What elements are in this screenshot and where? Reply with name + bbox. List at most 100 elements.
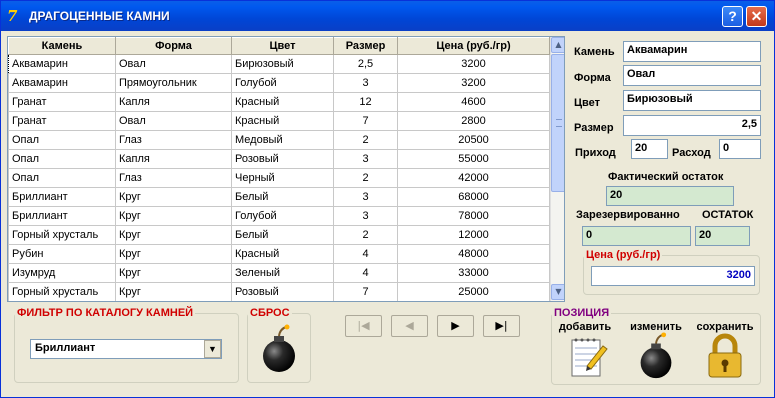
cell-price[interactable]: 3200 <box>397 54 550 74</box>
cell-price[interactable]: 42000 <box>397 168 550 188</box>
cell-color[interactable]: Белый <box>231 187 334 207</box>
cell-shape[interactable]: Глаз <box>115 168 232 188</box>
cell-price[interactable]: 12000 <box>397 225 550 245</box>
save-button[interactable] <box>701 332 749 382</box>
table-row[interactable]: Бриллиант Круг Голубой 3 78000 <box>8 206 550 226</box>
cell-stone[interactable]: Горный хрусталь <box>8 225 116 245</box>
table-row[interactable]: Горный хрусталь Круг Белый 2 12000 <box>8 225 550 245</box>
cell-size[interactable]: 3 <box>333 206 398 226</box>
cell-stone[interactable]: Горный хрусталь <box>8 282 116 301</box>
cell-color[interactable]: Красный <box>231 244 334 264</box>
table-row[interactable]: Опал Капля Розовый 3 55000 <box>8 149 550 169</box>
table-row[interactable]: Бриллиант Круг Белый 3 68000 <box>8 187 550 207</box>
cell-price[interactable]: 3200 <box>397 73 550 93</box>
scroll-up-button[interactable]: ▲ <box>551 37 564 53</box>
cell-size[interactable]: 2 <box>333 130 398 150</box>
cell-size[interactable]: 7 <box>333 111 398 131</box>
cell-stone[interactable]: Рубин <box>8 244 116 264</box>
cell-shape[interactable]: Круг <box>115 244 232 264</box>
cell-shape[interactable]: Овал <box>115 54 232 74</box>
nav-first-button[interactable]: |◀ <box>345 315 382 337</box>
cell-color[interactable]: Розовый <box>231 149 334 169</box>
income-field[interactable]: 20 <box>631 139 668 159</box>
cell-stone[interactable]: Бриллиант <box>8 187 116 207</box>
cell-color[interactable]: Медовый <box>231 130 334 150</box>
nav-prior-button[interactable]: ◀ <box>391 315 428 337</box>
size-field[interactable]: 2,5 <box>623 115 761 136</box>
cell-color[interactable]: Белый <box>231 225 334 245</box>
cell-color[interactable]: Розовый <box>231 282 334 301</box>
expense-field[interactable]: 0 <box>719 139 761 159</box>
table-row[interactable]: Опал Глаз Черный 2 42000 <box>8 168 550 188</box>
cell-stone[interactable]: Опал <box>8 149 116 169</box>
cell-shape[interactable]: Круг <box>115 225 232 245</box>
cell-price[interactable]: 2800 <box>397 111 550 131</box>
cell-shape[interactable]: Капля <box>115 149 232 169</box>
price-field[interactable]: 3200 <box>591 266 755 286</box>
cell-stone[interactable]: Опал <box>8 130 116 150</box>
cell-size[interactable]: 12 <box>333 92 398 112</box>
cell-price[interactable]: 25000 <box>397 282 550 301</box>
cell-color[interactable]: Голубой <box>231 206 334 226</box>
column-header-price[interactable]: Цена (руб./гр) <box>397 37 550 55</box>
cell-size[interactable]: 3 <box>333 187 398 207</box>
cell-size[interactable]: 2 <box>333 225 398 245</box>
cell-price[interactable]: 68000 <box>397 187 550 207</box>
cell-size[interactable]: 2,5 <box>333 54 398 74</box>
cell-shape[interactable]: Круг <box>115 187 232 207</box>
edit-button[interactable] <box>631 331 681 381</box>
cell-stone[interactable]: Гранат <box>8 92 116 112</box>
cell-color[interactable]: Красный <box>231 111 334 131</box>
cell-color[interactable]: Зеленый <box>231 263 334 283</box>
filter-select[interactable]: Бриллиант ▼ <box>30 339 222 359</box>
title-bar[interactable]: 7 ДРАГОЦЕННЫЕ КАМНИ ? ✕ <box>1 1 774 31</box>
add-button[interactable] <box>563 334 611 381</box>
column-header-size[interactable]: Размер <box>333 37 398 55</box>
help-button[interactable]: ? <box>722 6 743 27</box>
table-row[interactable]: Гранат Капля Красный 12 4600 <box>8 92 550 112</box>
cell-size[interactable]: 7 <box>333 282 398 301</box>
table-row[interactable]: Аквамарин Прямоугольник Голубой 3 3200 <box>8 73 550 93</box>
cell-color[interactable]: Красный <box>231 92 334 112</box>
cell-stone[interactable]: Гранат <box>8 111 116 131</box>
cell-stone[interactable]: Бриллиант <box>8 206 116 226</box>
cell-price[interactable]: 20500 <box>397 130 550 150</box>
stones-grid[interactable]: Камень Форма Цвет Размер Цена (руб./гр) … <box>7 36 565 302</box>
cell-color[interactable]: Черный <box>231 168 334 188</box>
nav-next-button[interactable]: ▶ <box>437 315 474 337</box>
stone-field[interactable]: Аквамарин <box>623 41 761 62</box>
cell-shape[interactable]: Круг <box>115 263 232 283</box>
cell-stone[interactable]: Опал <box>8 168 116 188</box>
cell-size[interactable]: 4 <box>333 263 398 283</box>
cell-stone[interactable]: Аквамарин <box>8 54 116 74</box>
table-row[interactable]: Опал Глаз Медовый 2 20500 <box>8 130 550 150</box>
chevron-down-icon[interactable]: ▼ <box>204 340 221 358</box>
table-row[interactable]: Рубин Круг Красный 4 48000 <box>8 244 550 264</box>
cell-price[interactable]: 33000 <box>397 263 550 283</box>
column-header-shape[interactable]: Форма <box>115 37 232 55</box>
color-field[interactable]: Бирюзовый <box>623 90 761 111</box>
table-row[interactable]: Изумруд Круг Зеленый 4 33000 <box>8 263 550 283</box>
cell-shape[interactable]: Глаз <box>115 130 232 150</box>
cell-size[interactable]: 3 <box>333 149 398 169</box>
shape-field[interactable]: Овал <box>623 65 761 86</box>
table-row[interactable]: Горный хрусталь Круг Розовый 7 25000 <box>8 282 550 301</box>
cell-price[interactable]: 48000 <box>397 244 550 264</box>
cell-color[interactable]: Голубой <box>231 73 334 93</box>
cell-shape[interactable]: Прямоугольник <box>115 73 232 93</box>
cell-color[interactable]: Бирюзовый <box>231 54 334 74</box>
cell-shape[interactable]: Круг <box>115 206 232 226</box>
table-row[interactable]: Аквамарин Овал Бирюзовый 2,5 3200 <box>8 54 550 74</box>
vertical-scrollbar[interactable]: ▲ ▼ <box>550 37 564 301</box>
cell-stone[interactable]: Аквамарин <box>8 73 116 93</box>
cell-shape[interactable]: Круг <box>115 282 232 301</box>
cell-shape[interactable]: Овал <box>115 111 232 131</box>
cell-stone[interactable]: Изумруд <box>8 263 116 283</box>
column-header-color[interactable]: Цвет <box>231 37 334 55</box>
close-button[interactable]: ✕ <box>746 6 767 27</box>
cell-price[interactable]: 55000 <box>397 149 550 169</box>
cell-price[interactable]: 4600 <box>397 92 550 112</box>
nav-last-button[interactable]: ▶| <box>483 315 520 337</box>
scroll-down-button[interactable]: ▼ <box>551 284 564 300</box>
cell-size[interactable]: 4 <box>333 244 398 264</box>
